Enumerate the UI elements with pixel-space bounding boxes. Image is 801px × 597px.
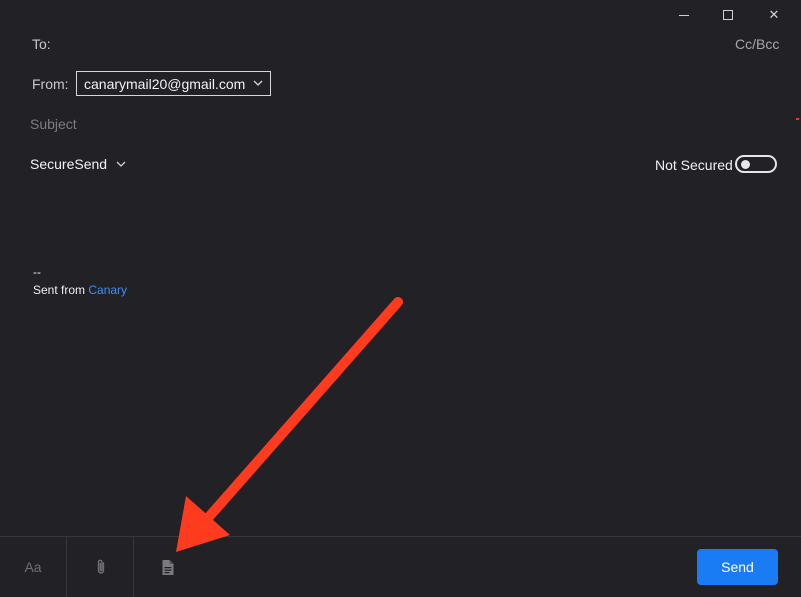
signature-prefix: Sent from (33, 283, 89, 297)
from-label: From: (32, 76, 69, 92)
document-icon (162, 559, 173, 575)
font-format-label: Aa (24, 559, 42, 575)
close-button[interactable]: ✕ (762, 4, 786, 26)
toggle-knob (741, 160, 750, 169)
send-label: Send (721, 559, 754, 575)
message-body[interactable] (28, 190, 773, 530)
signature-separator: -- (33, 265, 41, 279)
to-label: To: (32, 36, 51, 52)
close-icon: ✕ (768, 7, 780, 23)
subject-input[interactable]: Subject (28, 110, 768, 138)
from-account-select[interactable]: canarymail20@gmail.com (76, 71, 271, 96)
attach-button[interactable] (66, 537, 134, 597)
subject-placeholder: Subject (30, 116, 77, 132)
canary-link[interactable]: Canary (88, 283, 127, 297)
signature-line: Sent from Canary (33, 281, 127, 299)
to-field[interactable] (60, 30, 720, 58)
maximize-button[interactable] (716, 4, 740, 26)
from-account-value: canarymail20@gmail.com (84, 75, 246, 92)
securesend-dropdown[interactable]: SecureSend (30, 156, 127, 172)
chevron-down-icon (253, 80, 263, 86)
compose-toolbar: Aa (0, 536, 801, 597)
send-button[interactable]: Send (697, 549, 778, 585)
edge-marker (796, 118, 799, 120)
font-format-button[interactable]: Aa (0, 537, 66, 597)
minimize-button[interactable] (672, 4, 696, 26)
minimize-icon (679, 15, 689, 16)
paperclip-icon (97, 559, 104, 574)
compose-window: ✕ To: Cc/Bcc From: canarymail20@gmail.co… (0, 0, 801, 597)
cc-bcc-button[interactable]: Cc/Bcc (735, 36, 779, 52)
template-button[interactable] (133, 537, 201, 597)
security-toggle[interactable] (735, 155, 777, 173)
chevron-down-icon (116, 161, 126, 167)
maximize-icon (723, 10, 733, 20)
security-status-label: Not Secured (655, 157, 733, 173)
securesend-label: SecureSend (30, 156, 108, 172)
signature: -- Sent from Canary (33, 263, 127, 299)
